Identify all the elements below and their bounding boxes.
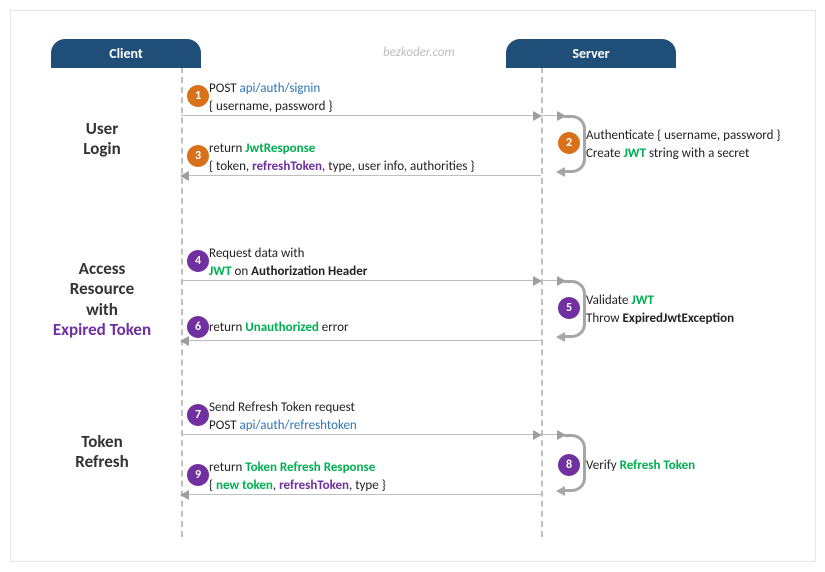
text: , type, user info, authorities }: [322, 159, 474, 174]
response-type: Token Refresh Response: [245, 460, 375, 475]
msg-step-6: return Unauthorized error: [209, 319, 529, 337]
header-client: Client: [51, 39, 201, 68]
arrow-server-in-3: [541, 434, 565, 435]
step-number-9: 9: [187, 464, 209, 486]
text: POST: [209, 81, 239, 96]
msg-step-3: return JwtResponse { token, refreshToken…: [209, 140, 529, 175]
step-number-4: 4: [187, 250, 209, 272]
msg-step-8: Verify Refresh Token: [586, 457, 786, 475]
text: Throw: [586, 311, 623, 326]
arrow-step-6: [181, 340, 541, 341]
keyword-jwt: JWT: [631, 293, 654, 308]
request-body: { username, password }: [209, 99, 332, 114]
section-token-refresh: Token Refresh: [37, 432, 167, 473]
keyword-new-token: new token: [216, 478, 273, 493]
arrow-step-7: [181, 434, 541, 435]
text: {: [209, 478, 216, 493]
label-line: User: [86, 118, 118, 139]
watermark: bezkoder.com: [383, 45, 455, 60]
keyword-refresh-token: refreshToken: [279, 478, 349, 493]
text: Request data with: [209, 246, 304, 261]
step-number-7: 7: [187, 404, 209, 426]
exception-name: ExpiredJwtException: [623, 311, 735, 326]
text: on: [232, 264, 252, 279]
arrow-server-in-1: [541, 115, 565, 116]
label-line: with: [86, 299, 118, 320]
text: Validate: [586, 293, 631, 308]
arrow-step-9: [181, 494, 541, 495]
msg-step-4: Request data with JWT on Authorization H…: [209, 245, 529, 280]
diagram-frame: Client Server bezkoder.com User Login Ac…: [10, 10, 816, 562]
keyword-jwt: JWT: [624, 146, 647, 161]
text: { token,: [209, 159, 252, 174]
label-line: Access: [79, 258, 126, 279]
section-user-login: User Login: [37, 119, 167, 160]
step-number-8: 8: [558, 454, 580, 476]
msg-step-1: POST api/auth/signin { username, passwor…: [209, 80, 529, 115]
msg-step-2: Authenticate { username, password } Crea…: [586, 127, 786, 162]
msg-step-9: return Token Refresh Response { new toke…: [209, 459, 529, 494]
text: string with a secret: [646, 146, 749, 161]
step-number-2: 2: [558, 132, 580, 154]
msg-step-5: Validate JWT Throw ExpiredJwtException: [586, 292, 786, 327]
arrow-step-4: [181, 280, 541, 281]
msg-step-7: Send Refresh Token request POST api/auth…: [209, 399, 529, 434]
lifeline-client: [181, 67, 183, 537]
label-line: Login: [83, 138, 120, 159]
endpoint: api/auth/refreshtoken: [239, 418, 356, 433]
text: Authenticate { username, password }: [586, 128, 781, 143]
text: Create: [586, 146, 624, 161]
keyword-refresh-token: refreshToken: [252, 159, 322, 174]
text: error: [319, 320, 349, 335]
section-access-resource: Access Resource with Expired Token: [37, 259, 167, 341]
step-number-6: 6: [187, 316, 209, 338]
text: Verify: [586, 458, 620, 473]
label-line: Resource: [70, 278, 134, 299]
step-number-3: 3: [187, 145, 209, 167]
text: return: [209, 460, 245, 475]
endpoint: api/auth/signin: [239, 81, 320, 96]
arrow-step-3: [181, 175, 541, 176]
text: POST: [209, 418, 239, 433]
keyword-refresh-token: Refresh Token: [620, 458, 696, 473]
label-expired-token: Expired Token: [53, 319, 151, 340]
keyword-unauthorized: Unauthorized: [245, 320, 319, 335]
auth-header: Authorization Header: [251, 264, 367, 279]
label-line: Refresh: [75, 451, 128, 472]
arrow-server-in-2: [541, 280, 565, 281]
step-number-5: 5: [558, 297, 580, 319]
header-server: Server: [506, 39, 676, 68]
step-number-1: 1: [187, 85, 209, 107]
text: return: [209, 141, 245, 156]
response-type: JwtResponse: [245, 141, 315, 156]
lifeline-server: [541, 67, 543, 537]
keyword-jwt: JWT: [209, 264, 232, 279]
text: return: [209, 320, 245, 335]
text: Send Refresh Token request: [209, 400, 355, 415]
arrow-step-1: [181, 115, 541, 116]
label-line: Token: [81, 431, 122, 452]
text: , type }: [349, 478, 386, 493]
sequence-diagram: Client Server bezkoder.com User Login Ac…: [31, 27, 791, 542]
